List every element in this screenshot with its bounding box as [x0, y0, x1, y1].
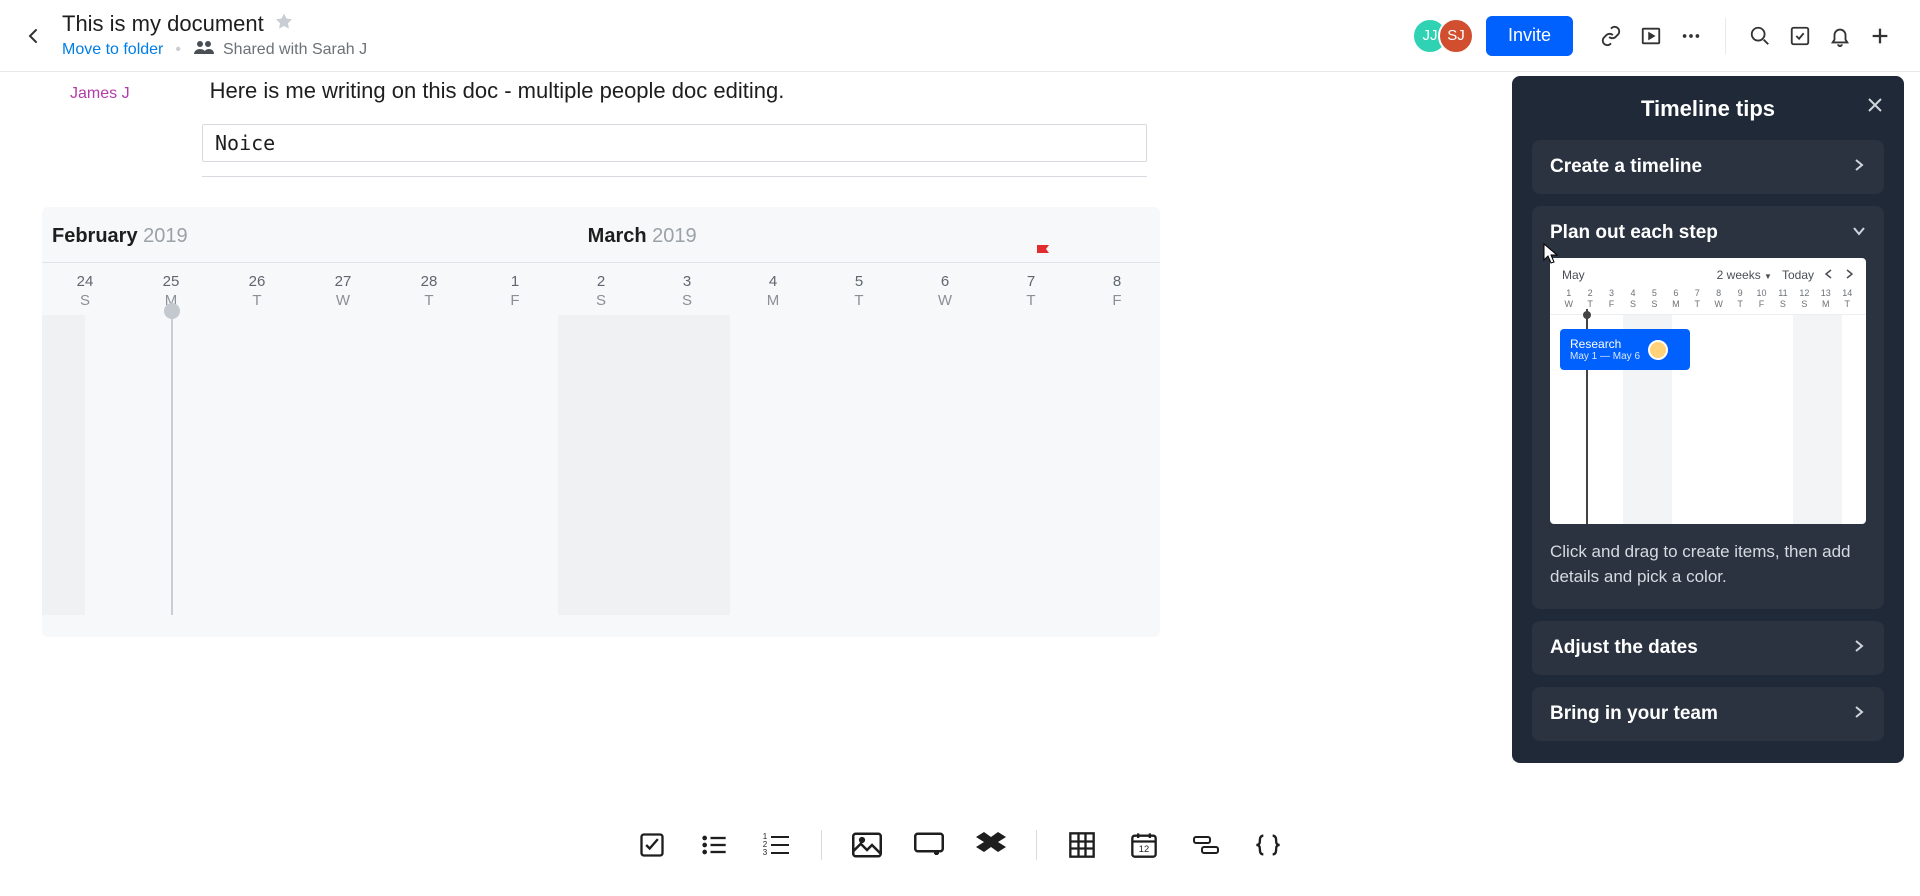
mini-day: 12S — [1794, 288, 1815, 310]
tip-mini-timeline: May 2 weeks ▼ Today 1W2T3F4S5S6M7T8W9T10… — [1550, 258, 1866, 524]
checkbox-icon[interactable] — [635, 828, 669, 862]
svg-text:12: 12 — [1139, 844, 1149, 854]
link-icon[interactable] — [1591, 16, 1631, 56]
chevron-right-icon — [1852, 705, 1866, 724]
chevron-down-icon[interactable] — [1852, 224, 1866, 243]
present-icon[interactable] — [1631, 16, 1671, 56]
timeline-day: 5T — [816, 273, 902, 309]
timeline-widget[interactable]: February 2019 March 2019 24S25M26T27W28T… — [42, 207, 1160, 637]
close-icon[interactable] — [1866, 96, 1884, 119]
timeline-day: 24S — [42, 273, 128, 309]
divider — [1036, 830, 1037, 860]
timeline-day: 26T — [214, 273, 300, 309]
avatar — [1648, 340, 1668, 360]
mini-day: 9T — [1729, 288, 1750, 310]
bell-icon[interactable] — [1820, 16, 1860, 56]
image-icon[interactable] — [850, 828, 884, 862]
divider — [821, 830, 822, 860]
mini-day: 5S — [1644, 288, 1665, 310]
calendar-icon[interactable]: 12 — [1127, 828, 1161, 862]
bullet-list-icon[interactable] — [697, 828, 731, 862]
star-icon[interactable] — [274, 12, 294, 37]
month-label: February 2019 — [52, 225, 188, 248]
mini-day: 14T — [1836, 288, 1857, 310]
dropbox-icon[interactable] — [974, 828, 1008, 862]
cursor-icon — [1543, 243, 1561, 265]
separator-dot: • — [175, 41, 181, 59]
tip-plan-each-step: Plan out each step May 2 weeks ▼ Today 1… — [1532, 206, 1884, 609]
divider — [202, 176, 1147, 177]
mini-day: 10F — [1751, 288, 1772, 310]
collaborator-name: James J — [70, 85, 130, 103]
tip-description: Click and drag to create items, then add… — [1550, 540, 1866, 589]
table-icon[interactable] — [1065, 828, 1099, 862]
shared-with[interactable]: Shared with Sarah J — [193, 39, 367, 60]
mini-day: 1W — [1558, 288, 1579, 310]
mini-day: 13M — [1815, 288, 1836, 310]
mini-day: 3F — [1601, 288, 1622, 310]
timeline-day: 8F — [1074, 273, 1160, 309]
plus-icon[interactable] — [1860, 16, 1900, 56]
timeline-day: 4M — [730, 273, 816, 309]
chevron-right-icon[interactable] — [1844, 268, 1854, 282]
tasks-icon[interactable] — [1780, 16, 1820, 56]
flag-icon[interactable] — [1034, 243, 1054, 270]
timeline-tips-panel: Timeline tips Create a timeline Plan out… — [1512, 76, 1904, 763]
mini-day: 7T — [1687, 288, 1708, 310]
tip-bring-team[interactable]: Bring in your team — [1532, 687, 1884, 741]
mini-today[interactable]: Today — [1782, 268, 1814, 282]
chevron-right-icon — [1852, 158, 1866, 177]
timeline-day: 7T — [988, 273, 1074, 309]
code-block[interactable]: Noice — [202, 124, 1147, 162]
mini-day: 4S — [1622, 288, 1643, 310]
timeline-day: 1F — [472, 273, 558, 309]
doc-meta: This is my document Move to folder • Sha… — [62, 11, 367, 60]
shared-label: Shared with Sarah J — [223, 41, 367, 59]
mini-day: 2T — [1579, 288, 1600, 310]
mini-day: 6M — [1665, 288, 1686, 310]
timeline-day: 28T — [386, 273, 472, 309]
search-icon[interactable] — [1740, 16, 1780, 56]
timeline-body[interactable] — [42, 315, 1160, 615]
app-header: This is my document Move to folder • Sha… — [0, 0, 1920, 72]
numbered-list-icon[interactable]: 123 — [759, 828, 793, 862]
code-icon[interactable] — [1251, 828, 1285, 862]
divider — [1725, 18, 1726, 54]
insert-toolbar: 123 12 — [607, 818, 1313, 872]
tip-create-timeline[interactable]: Create a timeline — [1532, 140, 1884, 194]
tips-title: Timeline tips — [1641, 96, 1775, 122]
invite-button[interactable]: Invite — [1486, 16, 1573, 56]
avatar[interactable]: SJ — [1438, 18, 1474, 54]
mini-range[interactable]: 2 weeks ▼ — [1717, 268, 1772, 282]
doc-title[interactable]: This is my document — [62, 11, 264, 37]
collaborator-avatars: JJ SJ — [1412, 18, 1474, 54]
timeline-day: 27W — [300, 273, 386, 309]
mini-day: 8W — [1708, 288, 1729, 310]
month-label: March 2019 — [588, 225, 697, 248]
timeline-icon[interactable] — [1189, 828, 1223, 862]
mini-month: May — [1562, 268, 1585, 282]
chevron-right-icon — [1852, 639, 1866, 658]
more-icon[interactable] — [1671, 16, 1711, 56]
timeline-day: 3S — [644, 273, 730, 309]
timeline-day: 2S — [558, 273, 644, 309]
paragraph-text[interactable]: Here is me writing on this doc - multipl… — [210, 78, 785, 104]
mini-day: 11S — [1772, 288, 1793, 310]
back-button[interactable] — [20, 22, 48, 50]
mini-event[interactable]: Research May 1 — May 6 — [1560, 329, 1690, 370]
chevron-left-icon[interactable] — [1824, 268, 1834, 282]
tip-adjust-dates[interactable]: Adjust the dates — [1532, 621, 1884, 675]
move-to-folder-link[interactable]: Move to folder — [62, 41, 163, 59]
timeline-day: 6W — [902, 273, 988, 309]
people-icon — [193, 39, 215, 60]
embed-icon[interactable] — [912, 828, 946, 862]
